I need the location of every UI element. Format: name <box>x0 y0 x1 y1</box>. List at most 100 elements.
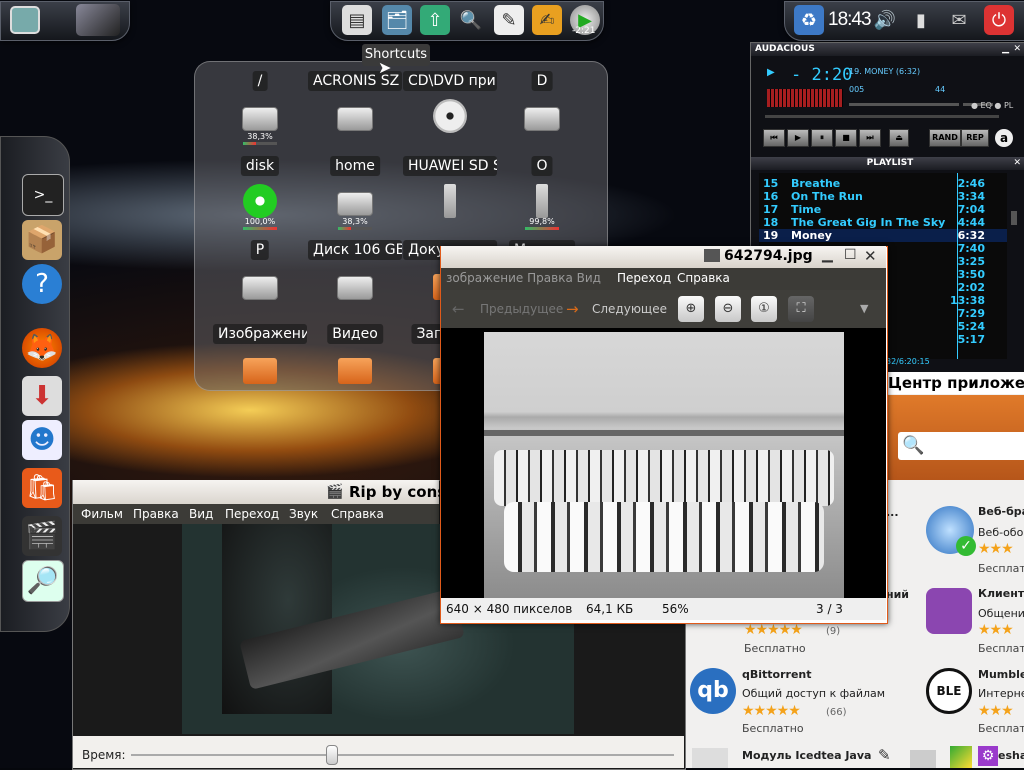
menu-item-go[interactable]: Переход <box>617 271 671 285</box>
playlist-scrollbar[interactable] <box>1011 211 1017 225</box>
video-menu-item[interactable]: Правка <box>133 507 179 521</box>
shortcut-item[interactable]: D <box>496 71 588 153</box>
shortcut-item[interactable]: / 38,3% <box>214 71 306 153</box>
home-folder-icon[interactable]: ⇧ <box>420 5 450 35</box>
zoom-in-button[interactable]: ⊕ <box>678 296 704 322</box>
minimize-icon[interactable]: ▁ <box>822 247 833 263</box>
eject-button[interactable]: ⏏ <box>889 129 909 147</box>
playlist-close-icon[interactable]: ✕ <box>1013 157 1021 170</box>
seek-slider-knob[interactable] <box>326 745 338 765</box>
playlist-num: 16 <box>763 190 779 203</box>
next-button[interactable]: ⏭ <box>859 129 881 147</box>
status-position: 3 / 3 <box>816 602 843 616</box>
notes-icon[interactable]: ✍ <box>532 5 562 35</box>
app-price: Бесплатно <box>744 642 806 655</box>
status-zoom: 56% <box>662 602 689 616</box>
playlist-titlebar[interactable]: PLAYLIST ✕ <box>751 157 1024 170</box>
next-arrow-icon[interactable]: → <box>566 300 579 318</box>
audacious-titlebar[interactable]: AUDACIOUS ▁ ✕ <box>751 43 1024 56</box>
playlist-name: Money <box>791 229 832 242</box>
video-menu-item[interactable]: Переход <box>225 507 279 521</box>
shortcut-item[interactable]: P <box>214 240 306 322</box>
video-editor-icon[interactable]: 🎬 <box>22 516 62 556</box>
zoom-out-button[interactable]: ⊖ <box>715 296 741 322</box>
previous-button[interactable]: Предыдущее <box>480 302 563 316</box>
shortcut-item[interactable]: ACRONIS SZ <box>308 71 402 153</box>
menu-item-help[interactable]: Справка <box>677 271 730 285</box>
eq-pl-toggles[interactable]: ● EQ ● PL <box>971 101 1013 110</box>
window-thumbnails-icon[interactable] <box>76 4 120 36</box>
shortcut-item[interactable]: O 99,8% <box>496 156 588 238</box>
playlist-row[interactable]: 15 Breathe 2:46 <box>759 177 1007 190</box>
search-icon[interactable]: 🔍 <box>898 432 1024 460</box>
app-title[interactable]: Веб-брау <box>978 505 1024 518</box>
image-viewer-icon[interactable]: 🔎 <box>22 560 64 602</box>
best-fit-button[interactable]: ⛶ <box>788 296 814 322</box>
recycle-bin-icon[interactable]: ♻ <box>794 5 824 35</box>
app-title[interactable]: Модуль Icedtea Java <box>742 749 871 762</box>
shortcut-item[interactable]: HUAWEI SD S <box>403 156 497 238</box>
playlist-len: 5:17 <box>957 333 985 346</box>
download-manager-icon[interactable]: ⬇ <box>22 376 62 416</box>
clock[interactable]: 18:43 <box>828 9 872 31</box>
video-menu-item[interactable]: Вид <box>189 507 213 521</box>
app-title[interactable]: Mumble <box>978 668 1024 681</box>
previous-button[interactable]: ⏮ <box>763 129 785 147</box>
text-editor-icon[interactable]: ✎ <box>494 5 524 35</box>
seek-bar[interactable] <box>765 115 999 118</box>
video-menu-item[interactable]: Фильм <box>81 507 123 521</box>
playlist-row[interactable]: 16 On The Run 3:34 <box>759 190 1007 203</box>
pause-button[interactable]: ⏸ <box>811 129 833 147</box>
video-menu-item[interactable]: Звук <box>289 507 318 521</box>
app-title-partial[interactable]: ний <box>886 588 916 601</box>
shortcut-item[interactable]: Диск 106 GB <box>308 240 402 322</box>
playlist-row[interactable]: 19 Money 6:32 <box>759 229 1007 242</box>
shortcut-label: O <box>531 156 553 176</box>
package-installer-icon[interactable]: 📦 <box>22 220 62 260</box>
power-icon[interactable]: ⏻ <box>984 5 1014 35</box>
app-title[interactable]: eshap <box>998 749 1024 762</box>
playlist-num: 17 <box>763 203 779 216</box>
zoom-normal-button[interactable]: ① <box>751 296 777 322</box>
file-manager-icon[interactable]: 🗂 <box>382 5 412 35</box>
next-button[interactable]: Следующее <box>592 302 667 316</box>
shortcut-item[interactable]: disk 100,0% <box>214 156 306 238</box>
stop-button[interactable]: ■ <box>835 129 857 147</box>
shortcut-item[interactable]: home 38,3% <box>309 156 401 238</box>
drive-icon <box>242 107 278 131</box>
shortcut-item[interactable]: Изображения <box>213 324 307 406</box>
search-icon[interactable]: 🔍 <box>456 5 486 35</box>
app-title[interactable]: qBittorrent <box>742 668 812 681</box>
shortcut-item[interactable]: Видео <box>309 324 401 406</box>
maximize-icon[interactable]: ☐ <box>844 247 857 263</box>
image-viewer-titlebar[interactable] <box>441 246 886 268</box>
playlist-row[interactable]: 17 Time 7:04 <box>759 203 1007 216</box>
mail-icon[interactable]: ✉ <box>944 5 974 35</box>
play-button[interactable]: ▶ <box>787 129 809 147</box>
software-center-icon[interactable]: 🛍 <box>22 468 62 508</box>
previous-arrow-icon[interactable]: ← <box>452 300 465 318</box>
playlist-row[interactable]: 18 The Great Gig In The Sky 4:44 <box>759 216 1007 229</box>
audacious-time[interactable]: - 2:20 <box>791 65 852 85</box>
shortcut-label: home <box>330 156 380 176</box>
app-title[interactable]: Клиент о <box>978 587 1024 600</box>
rating-stars: ★★★★★ <box>744 622 803 638</box>
volume-icon[interactable]: 🔊 <box>870 5 900 35</box>
workspace-icon[interactable] <box>10 6 40 34</box>
video-menu-item[interactable]: Справка <box>331 507 384 521</box>
toolbar-overflow-icon[interactable]: ▼ <box>860 302 868 315</box>
terminal-icon[interactable]: >_ <box>22 174 64 216</box>
repeat-button[interactable]: REP <box>961 129 989 147</box>
text-document-icon[interactable]: ▤ <box>342 5 372 35</box>
close-icon[interactable]: ✕ <box>1013 43 1021 56</box>
shortcut-item[interactable]: CD\DVD при <box>403 71 497 153</box>
volume-slider[interactable] <box>849 103 959 106</box>
messenger-icon[interactable]: ☻ <box>22 420 62 460</box>
shuffle-button[interactable]: RAND <box>929 129 961 147</box>
help-icon[interactable]: ? <box>22 264 62 304</box>
close-icon[interactable]: ✕ <box>864 247 877 265</box>
firefox-icon[interactable]: 🦊 <box>22 328 62 368</box>
seek-slider-track[interactable] <box>131 754 674 756</box>
battery-icon[interactable]: ▮ <box>906 5 936 35</box>
minimize-icon[interactable]: ▁ <box>1002 43 1009 56</box>
